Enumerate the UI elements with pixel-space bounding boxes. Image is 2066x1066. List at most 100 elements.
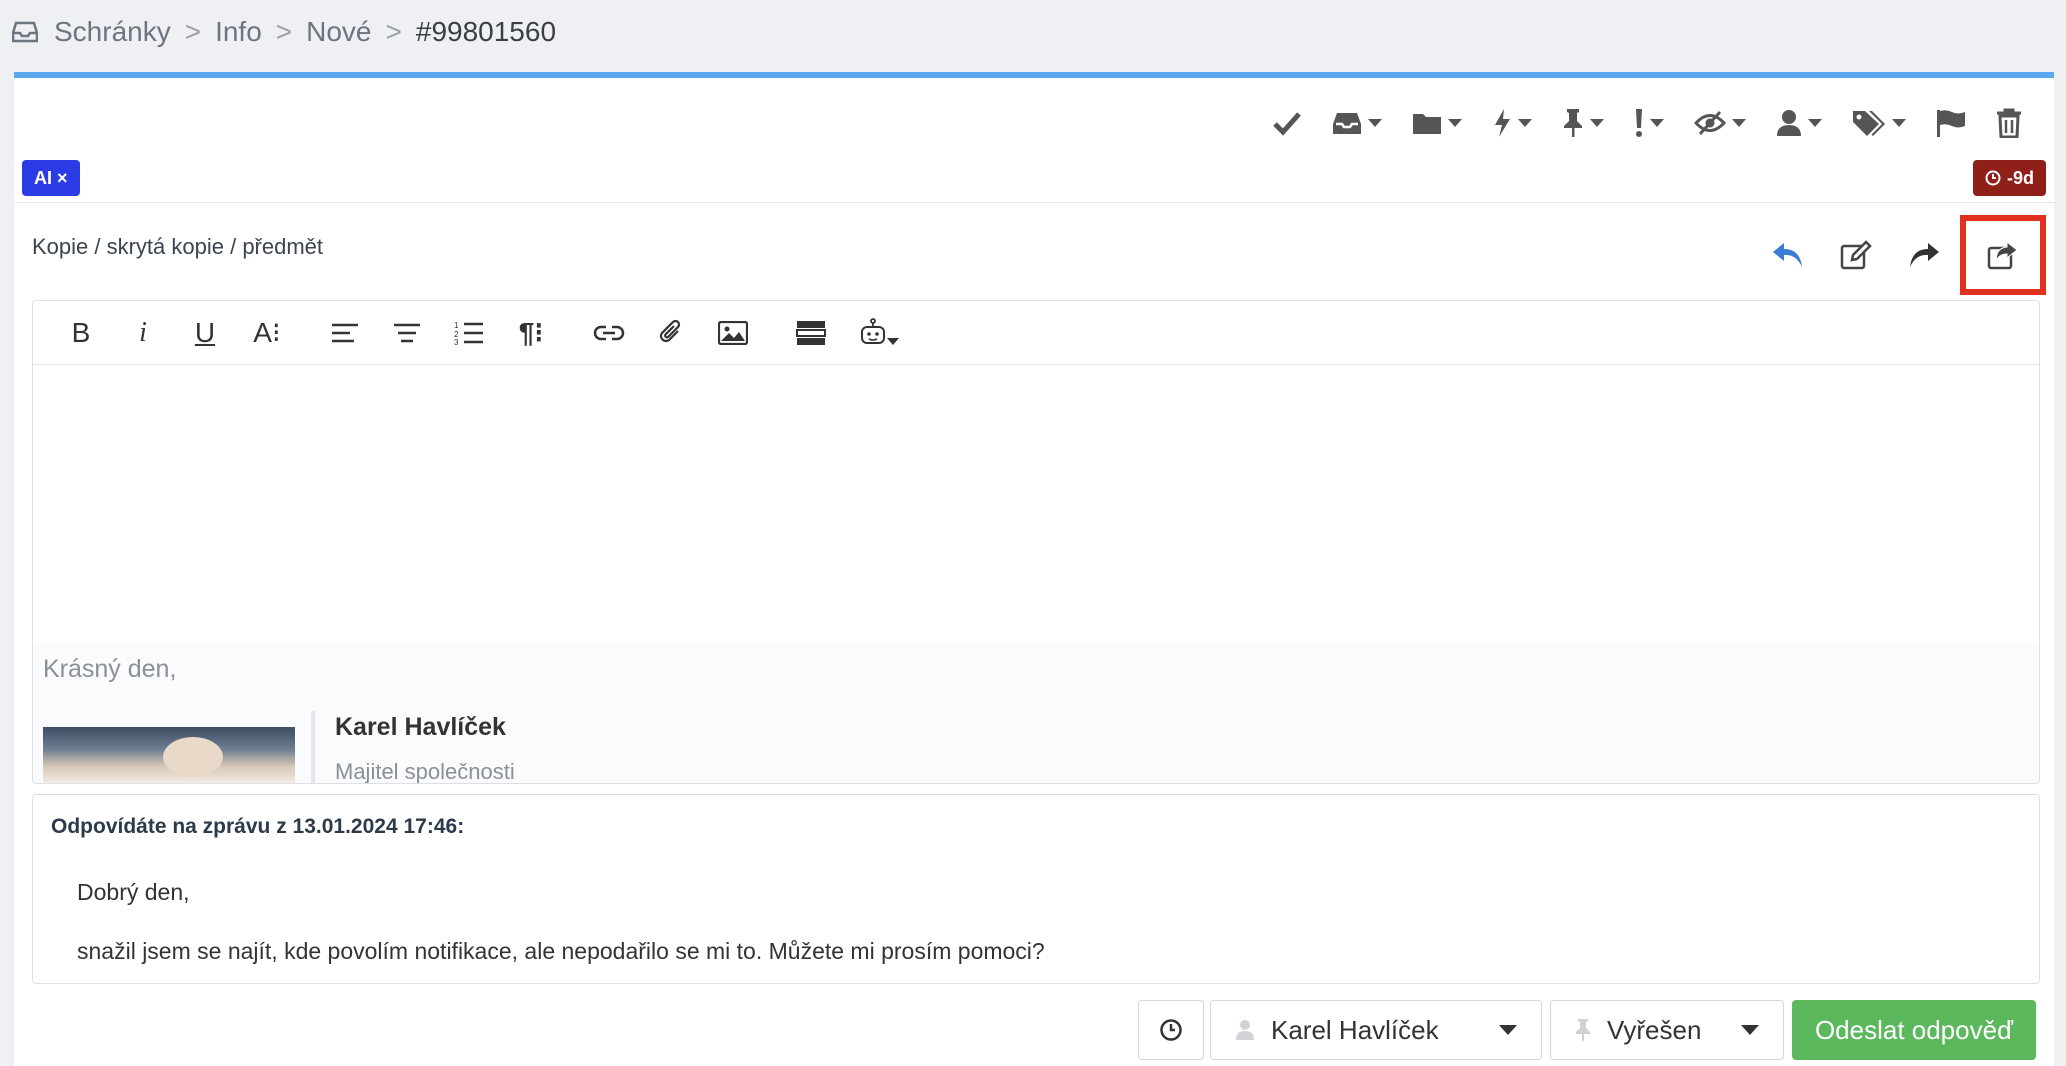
clock-icon [1159, 1018, 1183, 1042]
chevron-down-icon [1808, 119, 1822, 127]
quoted-message: Odpovídáte na zprávu z 13.01.2024 17:46:… [32, 794, 2040, 984]
status-value: Vyřešen [1607, 1014, 1702, 1045]
insert-link-button[interactable] [585, 309, 633, 357]
paragraph-icon: ¶⁝ [518, 317, 544, 348]
bolt-icon [1492, 108, 1512, 138]
tags-button[interactable] [1852, 109, 1906, 137]
chevron-down-icon [887, 338, 899, 345]
due-badge-text: -9d [2007, 167, 2034, 188]
ai-assistant-button[interactable] [849, 309, 909, 357]
trash-icon [1996, 108, 2022, 138]
breadcrumb-item-inboxes[interactable]: Schránky [54, 16, 171, 48]
underline-button[interactable]: U [181, 309, 229, 357]
send-reply-button[interactable]: Odeslat odpověď [1792, 1000, 2036, 1060]
templates-button[interactable] [787, 309, 835, 357]
ticket-id: #99801560 [415, 16, 557, 47]
editor-toolbar: B i U A⁝ 123 ¶⁝ [33, 301, 2039, 365]
user-icon [1776, 109, 1802, 137]
check-icon [1272, 110, 1302, 136]
schedule-send-button[interactable] [1138, 1000, 1204, 1060]
reply-editor: B i U A⁝ 123 ¶⁝ Krásný den, Karel Havlíč… [32, 300, 2040, 784]
assignee-value: Karel Havlíček [1271, 1014, 1439, 1045]
priority-button[interactable] [1634, 108, 1664, 138]
pin-button[interactable] [1562, 108, 1604, 138]
breadcrumb-item-new[interactable]: Nové [306, 16, 371, 48]
edit-note-icon [1840, 240, 1872, 270]
editor-text-area[interactable] [33, 365, 2039, 643]
clock-icon [1985, 170, 2001, 186]
chevron-down-icon [1448, 119, 1462, 127]
breadcrumb: Schránky > Info > Nové > #99801560 [12, 0, 556, 64]
breadcrumb-item-info[interactable]: Info [215, 16, 262, 48]
robot-icon [859, 317, 887, 348]
ticket-actions-toolbar [1242, 100, 2022, 146]
folder-button[interactable] [1412, 110, 1462, 136]
font-size-button[interactable]: A⁝ [243, 309, 291, 357]
inbox-icon [1332, 110, 1362, 136]
folder-icon [1412, 110, 1442, 136]
exclamation-icon [1634, 108, 1644, 138]
flag-icon [1936, 109, 1966, 137]
numbered-list-icon: 123 [454, 321, 484, 345]
chevron-down-icon [1892, 119, 1906, 127]
signature-name: Karel Havlíček [335, 713, 506, 741]
move-inbox-button[interactable] [1332, 110, 1382, 136]
chevron-down-icon [1741, 1025, 1759, 1035]
bold-button[interactable]: B [57, 309, 105, 357]
numbered-list-button[interactable]: 123 [445, 309, 493, 357]
forward-button[interactable] [1890, 216, 1958, 294]
breadcrumb-separator: > [385, 16, 402, 47]
reply-button[interactable] [1754, 216, 1822, 294]
chevron-down-icon [1732, 119, 1746, 127]
insert-image-button[interactable] [709, 309, 757, 357]
attach-file-button[interactable] [647, 309, 695, 357]
divider [14, 202, 2054, 203]
share-icon [1987, 240, 2019, 270]
tags-icon [1852, 109, 1886, 137]
paragraph-button[interactable]: ¶⁝ [507, 309, 555, 357]
quoted-message-line: snažil jsem se najít, kde povolím notifi… [77, 938, 1045, 964]
flag-button[interactable] [1936, 109, 1966, 137]
italic-icon: i [139, 316, 147, 348]
user-icon [1235, 1019, 1255, 1041]
align-center-button[interactable] [383, 309, 431, 357]
email-signature: Krásný den, Karel Havlíček Majitel spole… [33, 643, 2039, 783]
chevron-down-icon [1518, 119, 1532, 127]
templates-icon [796, 320, 826, 346]
paperclip-icon [658, 319, 684, 347]
cc-bcc-subject-link[interactable]: Kopie / skrytá kopie / předmět [32, 234, 323, 260]
image-icon [718, 320, 748, 345]
eye-slash-icon [1694, 110, 1726, 136]
delete-button[interactable] [1996, 108, 2022, 138]
chevron-down-icon [1368, 119, 1382, 127]
align-left-button[interactable] [321, 309, 369, 357]
assign-user-button[interactable] [1776, 109, 1822, 137]
chevron-down-icon [1590, 119, 1604, 127]
quoted-message-header: Odpovídáte na zprávu z 13.01.2024 17:46: [51, 815, 465, 838]
forward-icon [1908, 241, 1940, 269]
breadcrumb-separator: > [184, 16, 202, 47]
signature-divider [311, 711, 315, 783]
signature-role: Majitel společnosti [335, 759, 515, 784]
share-button[interactable] [1960, 215, 2046, 295]
svg-text:1: 1 [454, 321, 459, 330]
automation-button[interactable] [1492, 108, 1532, 138]
pin-icon [1575, 1018, 1591, 1042]
resolve-button[interactable] [1272, 110, 1302, 136]
ticket-panel: AI × -9d Kopie / skrytá kopie / předmět … [14, 72, 2054, 1066]
bold-icon: B [71, 316, 91, 348]
assignee-select[interactable]: Karel Havlíček [1210, 1000, 1542, 1060]
chevron-down-icon [1499, 1025, 1517, 1035]
ai-tag-badge[interactable]: AI × [22, 160, 80, 196]
status-select[interactable]: Vyřešen [1550, 1000, 1784, 1060]
visibility-button[interactable] [1694, 110, 1746, 136]
font-size-icon: A⁝ [253, 317, 281, 348]
italic-button[interactable]: i [119, 309, 167, 357]
underline-icon: U [194, 316, 216, 348]
pin-icon [1562, 108, 1584, 138]
breadcrumb-separator: > [275, 16, 293, 47]
internal-note-button[interactable] [1822, 216, 1890, 294]
signature-greeting: Krásný den, [43, 655, 177, 683]
quoted-message-line: Dobrý den, [77, 879, 190, 905]
chevron-down-icon [1650, 119, 1664, 127]
